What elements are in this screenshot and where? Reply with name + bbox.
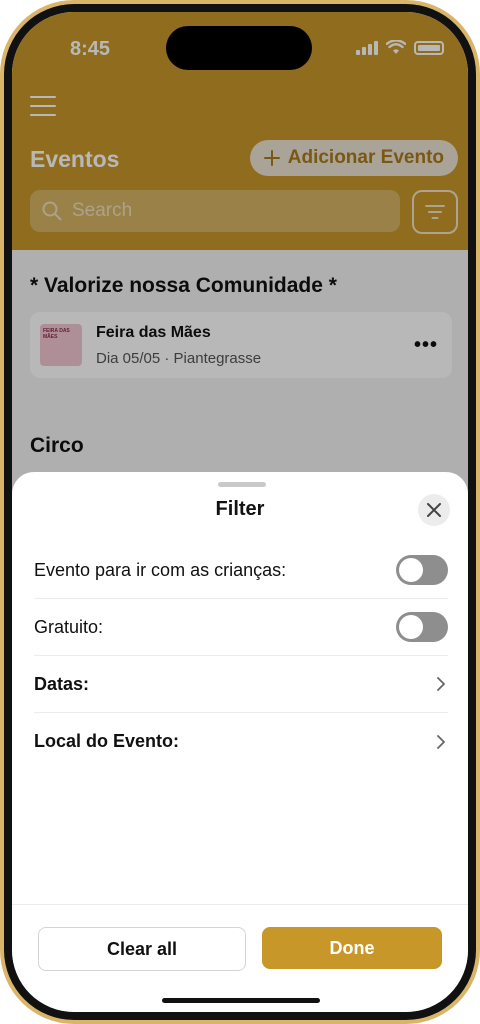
- filter-sheet: Filter Evento para ir com as crianças: G…: [12, 472, 468, 1012]
- sheet-grabber[interactable]: [218, 482, 266, 487]
- kids-toggle[interactable]: [396, 555, 448, 585]
- filter-row-label: Evento para ir com as crianças:: [34, 559, 287, 580]
- done-button[interactable]: Done: [262, 927, 442, 969]
- free-toggle[interactable]: [396, 612, 448, 642]
- filter-row-label: Datas:: [34, 673, 90, 694]
- phone-bezel: 8:45 Eventos Adicionar Evento Search * V…: [4, 4, 476, 1020]
- clear-all-button[interactable]: Clear all: [38, 927, 246, 971]
- filter-row-dates[interactable]: Datas:: [34, 656, 448, 713]
- screen: 8:45 Eventos Adicionar Evento Search * V…: [12, 12, 468, 1012]
- close-icon: [427, 503, 441, 517]
- filter-row-kids[interactable]: Evento para ir com as crianças:: [34, 542, 448, 599]
- chevron-right-icon: [434, 677, 448, 691]
- chevron-right-icon: [434, 734, 448, 749]
- filter-row-label: Gratuito:: [34, 616, 104, 637]
- filter-row-location[interactable]: Local do Evento:: [34, 713, 448, 770]
- filter-row-free[interactable]: Gratuito:: [34, 599, 448, 656]
- home-indicator: [162, 998, 320, 1003]
- filter-row-label: Local do Evento:: [34, 731, 180, 751]
- close-button[interactable]: [418, 494, 450, 526]
- sheet-footer: Clear all Done: [12, 904, 468, 1012]
- phone-frame: 8:45 Eventos Adicionar Evento Search * V…: [0, 0, 480, 1024]
- sheet-title: Filter: [215, 498, 265, 520]
